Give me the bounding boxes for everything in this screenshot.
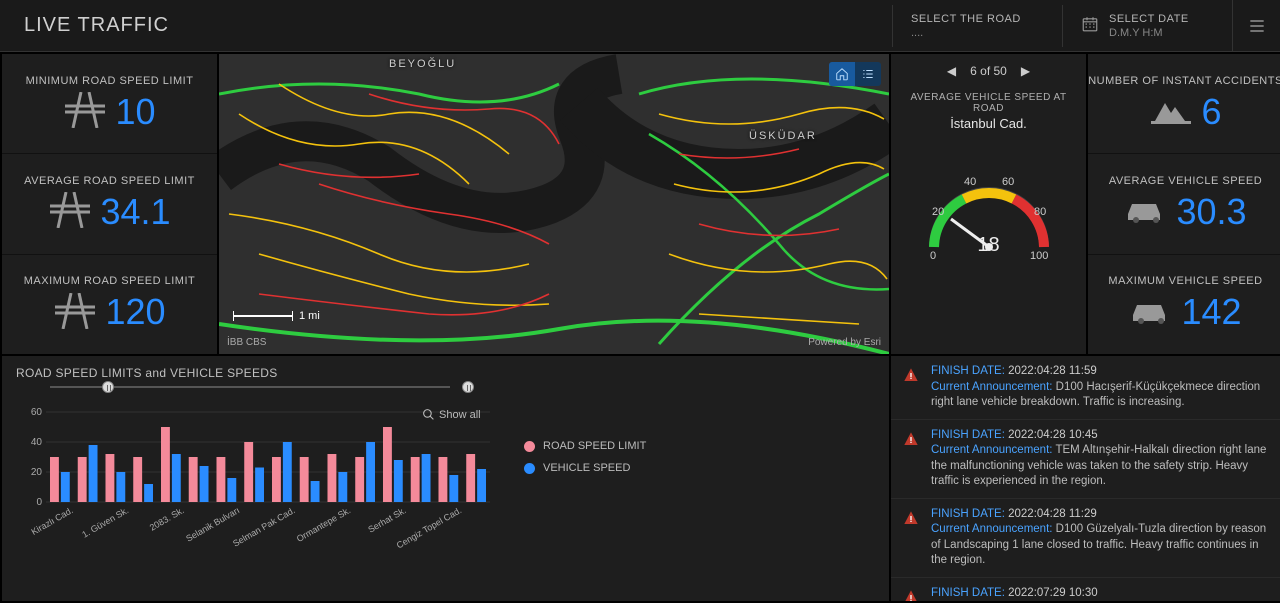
stat-accidents: NUMBER OF INSTANT ACCIDENTS 6 — [1088, 54, 1280, 154]
svg-text:40: 40 — [31, 437, 43, 448]
announcements-panel[interactable]: FINISH DATE: 2022:04:28 11:59 Current An… — [891, 356, 1280, 601]
accident-icon — [1149, 93, 1193, 130]
right-stats: NUMBER OF INSTANT ACCIDENTS 6 AVERAGE VE… — [1088, 54, 1280, 354]
map-attribution-right: Powered by Esri — [808, 337, 881, 348]
date-selector-value: D.M.Y H:M — [1109, 27, 1189, 39]
calendar-icon — [1081, 15, 1099, 36]
menu-button[interactable] — [1232, 0, 1280, 51]
svg-text:Kirazlı Cad.: Kirazlı Cad. — [29, 505, 74, 537]
svg-text:80: 80 — [1034, 206, 1046, 218]
warning-icon — [903, 589, 921, 601]
warning-icon — [903, 431, 921, 490]
svg-text:20: 20 — [932, 206, 944, 218]
left-stats: MINIMUM ROAD SPEED LIMIT 10 AVERAGE ROAD… — [2, 54, 217, 354]
gauge-title: AVERAGE VEHICLE SPEED AT ROAD — [897, 92, 1080, 114]
svg-text:Selman Pak Cad.: Selman Pak Cad. — [231, 505, 297, 549]
road-selector[interactable]: SELECT THE ROAD .... — [892, 5, 1062, 47]
legend-swatch-speed — [524, 463, 535, 474]
svg-text:Ormantepe Sk.: Ormantepe Sk. — [295, 505, 352, 544]
gauge-value: 18 — [914, 234, 1064, 257]
svg-text:60: 60 — [1002, 176, 1014, 188]
topbar: LIVE TRAFFIC SELECT THE ROAD .... SELECT… — [0, 0, 1280, 52]
show-all-button[interactable]: Show all — [422, 408, 481, 421]
date-selector-label: SELECT DATE — [1109, 13, 1189, 25]
speed-gauge: 0 20 40 60 80 100 18 — [914, 157, 1064, 267]
map-scale: 1 mi — [233, 310, 320, 322]
highway-icon — [63, 92, 107, 131]
slider-handle-left[interactable] — [102, 381, 114, 393]
stat-avg-vehicle-speed: AVERAGE VEHICLE SPEED 30.3 — [1088, 154, 1280, 254]
svg-text:1. Güven Sk.: 1. Güven Sk. — [80, 505, 130, 540]
map-controls — [829, 62, 881, 86]
map-label-uskudar: ÜSKÜDAR — [749, 130, 817, 142]
slider-handle-right[interactable] — [462, 381, 474, 393]
road-pager: ◀ 6 of 50 ▶ — [947, 64, 1030, 78]
chart-panel: ROAD SPEED LIMITS and VEHICLE SPEEDS Sho… — [2, 356, 889, 601]
svg-text:Selanik Bulvarı: Selanik Bulvarı — [184, 505, 241, 544]
warning-icon — [903, 510, 921, 569]
traffic-map[interactable]: BEYOĞLU ÜSKÜDAR 1 mi İBB CBS Powered by … — [219, 54, 889, 354]
announcement-item: FINISH DATE: 2022:04:28 11:59 Current An… — [891, 356, 1280, 420]
highway-icon — [53, 293, 97, 332]
announcement-item: FINISH DATE: 2022:04:28 11:29 Current An… — [891, 499, 1280, 578]
svg-text:2083. Sk.: 2083. Sk. — [148, 505, 186, 533]
car-icon — [1124, 196, 1168, 227]
announcement-item: FINISH DATE: 2022:07:29 10:30 Current An… — [891, 578, 1280, 601]
map-home-button[interactable] — [829, 62, 855, 86]
svg-text:Serhat Sk.: Serhat Sk. — [366, 505, 407, 535]
legend-swatch-limit — [524, 441, 535, 452]
next-road-button[interactable]: ▶ — [1021, 64, 1030, 78]
highway-icon — [48, 192, 92, 231]
map-attribution-left: İBB CBS — [227, 337, 266, 348]
gauge-road-name: İstanbul Cad. — [950, 116, 1027, 131]
page-title: LIVE TRAFFIC — [0, 14, 193, 37]
prev-road-button[interactable]: ◀ — [947, 64, 956, 78]
svg-text:20: 20 — [31, 467, 43, 478]
svg-text:0: 0 — [36, 497, 42, 508]
road-selector-label: SELECT THE ROAD — [911, 13, 1044, 25]
svg-text:40: 40 — [964, 176, 976, 188]
map-legend-button[interactable] — [855, 62, 881, 86]
stat-max-vehicle-speed: MAXIMUM VEHICLE SPEED 142 — [1088, 255, 1280, 354]
stat-max-speed: MAXIMUM ROAD SPEED LIMIT 120 — [2, 255, 217, 354]
gauge-panel: ◀ 6 of 50 ▶ AVERAGE VEHICLE SPEED AT ROA… — [891, 54, 1086, 354]
stat-avg-speed: AVERAGE ROAD SPEED LIMIT 34.1 — [2, 154, 217, 254]
car-icon — [1129, 297, 1173, 328]
stat-min-speed: MINIMUM ROAD SPEED LIMIT 10 — [2, 54, 217, 154]
map-label-beyoglu: BEYOĞLU — [389, 58, 456, 70]
chart-legend: ROAD SPEED LIMIT VEHICLE SPEED — [524, 440, 646, 564]
svg-text:60: 60 — [31, 407, 43, 418]
date-selector[interactable]: SELECT DATE D.M.Y H:M — [1062, 5, 1232, 47]
chart-title: ROAD SPEED LIMITS and VEHICLE SPEEDS — [16, 366, 875, 380]
road-selector-value: .... — [911, 27, 1044, 39]
pager-text: 6 of 50 — [970, 64, 1007, 78]
announcement-item: FINISH DATE: 2022:04:28 10:45 Current An… — [891, 420, 1280, 499]
map-roads — [219, 54, 889, 354]
warning-icon — [903, 367, 921, 411]
